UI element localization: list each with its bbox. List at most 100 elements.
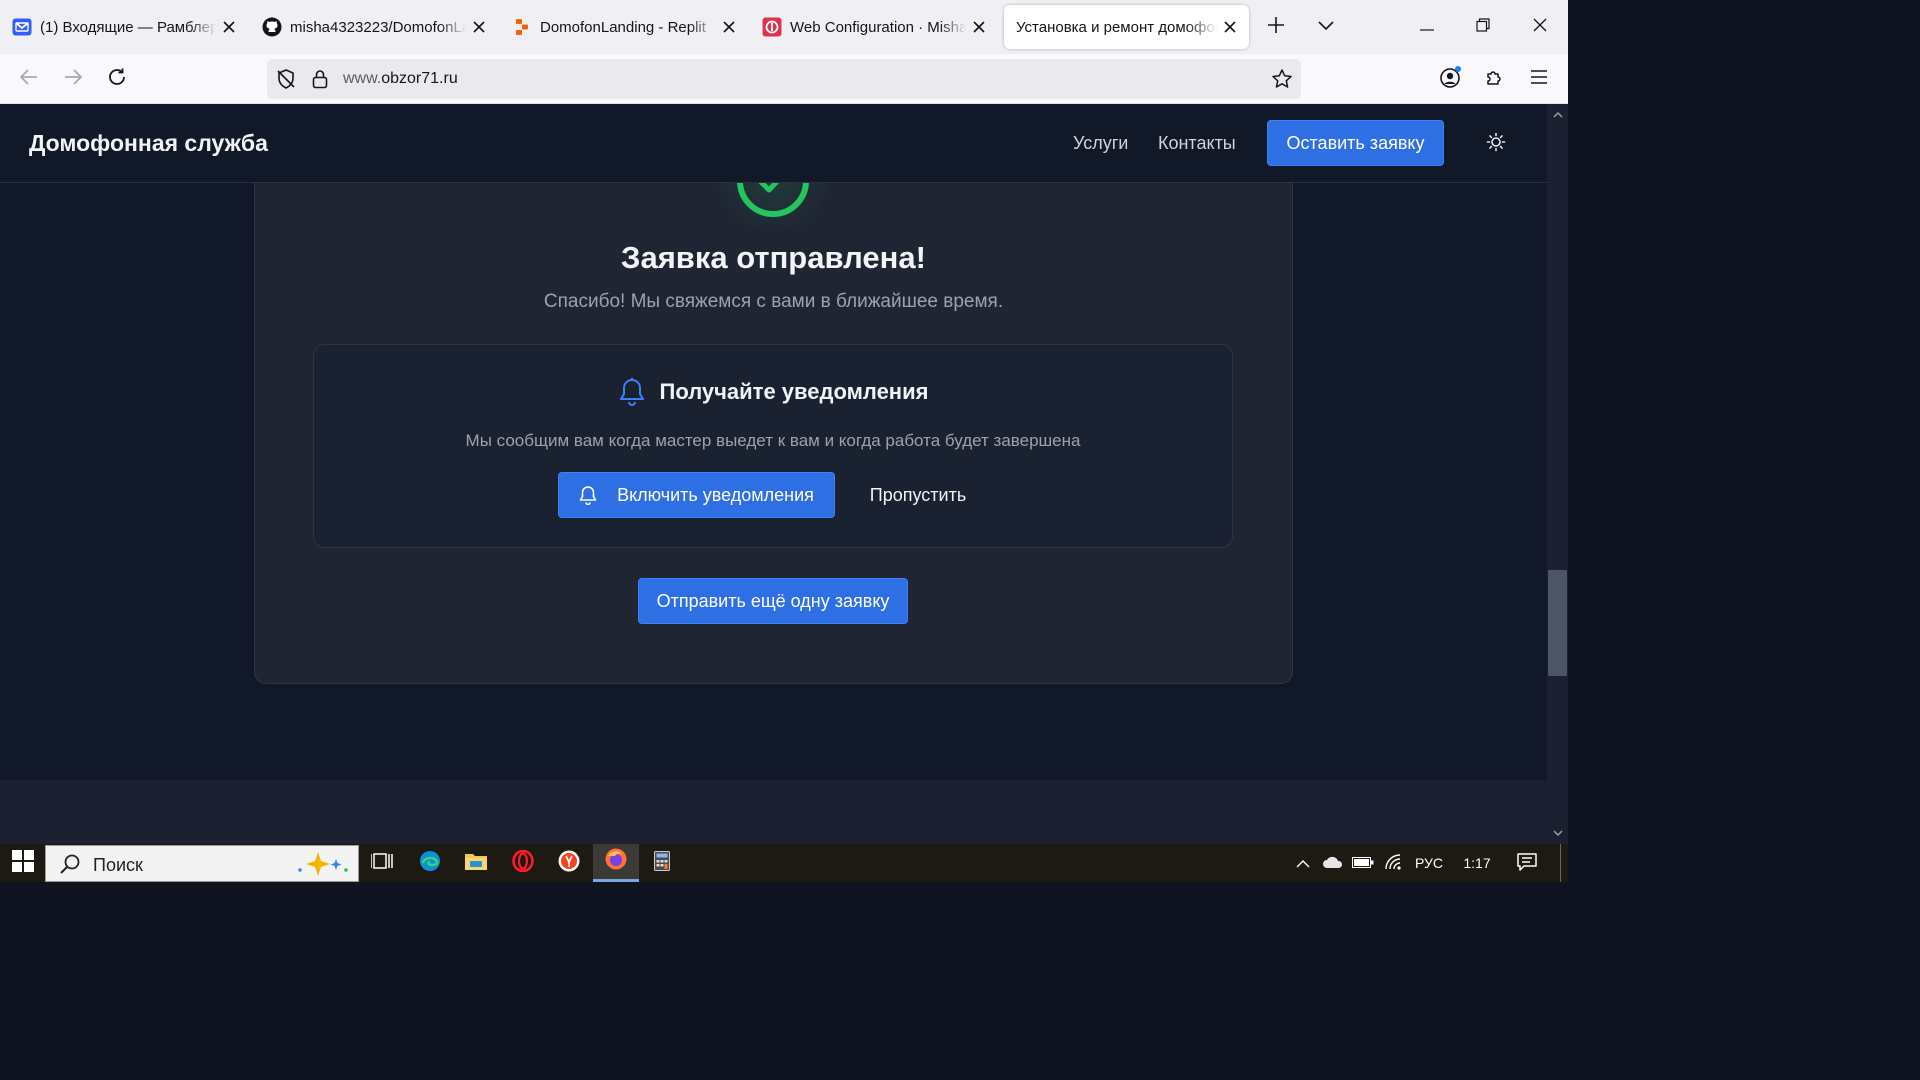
close-icon <box>1533 18 1547 37</box>
leave-request-button[interactable]: Оставить заявку <box>1267 120 1444 166</box>
page-viewport: Домофонная служба Услуги Контакты Остави… <box>0 104 1547 844</box>
onedrive-button[interactable] <box>1320 844 1346 882</box>
show-hidden-icons-button[interactable] <box>1290 844 1316 882</box>
tab-replit[interactable]: DomofonLanding - Replit <box>500 5 748 49</box>
network-button[interactable] <box>1381 844 1407 882</box>
minimize-window-button[interactable] <box>1412 12 1442 42</box>
site-header: Домофонная служба Услуги Контакты Остави… <box>0 104 1547 183</box>
chevron-up-icon <box>1296 855 1310 871</box>
tab-title: misha4323223/DomofonLanding <box>290 18 466 36</box>
page-scrollbar[interactable] <box>1547 104 1568 844</box>
close-icon[interactable] <box>970 18 988 36</box>
close-icon[interactable] <box>720 18 738 36</box>
windows-taskbar: Поиск РУС 1:17 <box>0 844 1568 882</box>
taskbar-firefox[interactable] <box>593 844 639 882</box>
puzzle-icon <box>1485 67 1505 92</box>
navigation-toolbar: www.obzor71.ru <box>0 54 1568 104</box>
clock[interactable]: 1:17 <box>1458 844 1496 882</box>
taskbar-opera[interactable] <box>500 844 546 882</box>
tab-domofon-site[interactable]: Установка и ремонт домофонов <box>1004 5 1249 49</box>
browser-tab-strip: (1) Входящие — Рамблер/почта misha432322… <box>0 0 1568 54</box>
minimize-icon <box>1420 18 1434 36</box>
account-button[interactable] <box>1436 64 1466 94</box>
notifications-header: Получайте уведомления <box>313 377 1233 407</box>
mail-icon <box>12 17 32 37</box>
notifications-description: Мы сообщим вам когда мастер выедет к вам… <box>465 431 1081 450</box>
submit-another-request-button[interactable]: Отправить ещё одну заявку <box>638 578 908 624</box>
battery-button[interactable] <box>1350 844 1376 882</box>
taskbar-edge[interactable] <box>407 844 453 882</box>
nav-link-contacts[interactable]: Контакты <box>1158 133 1236 154</box>
opera-icon <box>512 849 534 877</box>
reload-icon <box>107 67 127 92</box>
enable-notifications-button[interactable]: Включить уведомления <box>558 472 835 518</box>
app-menu-button[interactable] <box>1524 64 1554 94</box>
skip-button[interactable]: Пропустить <box>856 472 980 518</box>
tab-title: DomofonLanding - Replit <box>540 18 706 36</box>
tab-web-configuration[interactable]: Web Configuration · Misha's <box>750 5 998 49</box>
extensions-button[interactable] <box>1480 64 1510 94</box>
taskbar-calculator[interactable] <box>639 844 685 882</box>
cloud-icon <box>1322 855 1344 872</box>
theme-toggle-button[interactable] <box>1481 129 1511 159</box>
yandex-browser-icon <box>558 850 580 877</box>
replit-icon <box>512 17 532 37</box>
account-icon <box>1439 65 1463 94</box>
task-view-icon <box>370 851 393 876</box>
action-center-button[interactable] <box>1513 844 1541 882</box>
scroll-down-icon[interactable] <box>1547 824 1568 842</box>
arrow-left-icon <box>19 68 38 90</box>
tab-title: Установка и ремонт домофонов <box>1016 18 1217 36</box>
scroll-up-icon[interactable] <box>1547 106 1568 124</box>
close-icon[interactable] <box>220 18 238 36</box>
edge-icon <box>419 850 441 877</box>
taskbar-yandex-browser[interactable] <box>546 844 592 882</box>
chevron-down-icon <box>1318 18 1334 36</box>
start-button[interactable] <box>0 844 46 882</box>
hamburger-menu-icon <box>1531 69 1547 89</box>
task-view-button[interactable] <box>359 844 405 882</box>
web-config-icon <box>762 17 782 37</box>
windows-logo-icon <box>12 849 34 877</box>
reload-button[interactable] <box>102 64 132 94</box>
back-button[interactable] <box>14 64 44 94</box>
github-icon <box>262 17 282 37</box>
restore-icon <box>1476 17 1490 37</box>
close-icon[interactable] <box>470 18 488 36</box>
close-icon[interactable] <box>1221 18 1239 36</box>
address-bar[interactable]: www.obzor71.ru <box>267 59 1301 99</box>
nav-link-services[interactable]: Услуги <box>1073 133 1128 154</box>
arrow-right-icon <box>64 68 83 90</box>
firefox-icon <box>604 847 628 876</box>
taskbar-search[interactable]: Поиск <box>45 845 359 882</box>
tab-github[interactable]: misha4323223/DomofonLanding <box>250 5 498 49</box>
folder-icon <box>465 852 487 875</box>
site-brand[interactable]: Домофонная служба <box>29 130 268 157</box>
scroll-thumb[interactable] <box>1548 570 1567 676</box>
lock-icon[interactable] <box>312 69 328 94</box>
close-window-button[interactable] <box>1525 12 1555 42</box>
tab-title: Web Configuration · Misha's <box>790 18 966 36</box>
input-language[interactable]: РУС <box>1412 844 1446 882</box>
wifi-icon <box>1385 853 1403 873</box>
show-desktop-button[interactable] <box>1560 844 1568 882</box>
sun-icon <box>1486 132 1506 157</box>
tracking-protection-icon[interactable] <box>275 68 297 95</box>
bell-icon <box>619 378 644 406</box>
list-all-tabs-button[interactable] <box>1311 12 1341 42</box>
tab-rambler-mail[interactable]: (1) Входящие — Рамблер/почта <box>0 5 248 49</box>
url-prefix: www. <box>343 70 382 87</box>
success-title: Заявка отправлена! <box>621 240 926 275</box>
notifications-title: Получайте уведомления <box>659 379 929 404</box>
restore-window-button[interactable] <box>1468 12 1498 42</box>
sparkle-icon <box>294 850 350 883</box>
tab-title: (1) Входящие — Рамблер/почта <box>40 18 216 36</box>
url-text[interactable]: www.obzor71.ru <box>343 70 458 88</box>
forward-button[interactable] <box>58 64 88 94</box>
bookmark-star-icon[interactable] <box>1271 68 1293 95</box>
url-host: obzor71.ru <box>381 70 458 87</box>
enable-notifications-label: Включить уведомления <box>617 484 814 505</box>
taskbar-file-explorer[interactable] <box>453 844 499 882</box>
plus-icon <box>1267 16 1285 39</box>
new-tab-button[interactable] <box>1261 12 1291 42</box>
